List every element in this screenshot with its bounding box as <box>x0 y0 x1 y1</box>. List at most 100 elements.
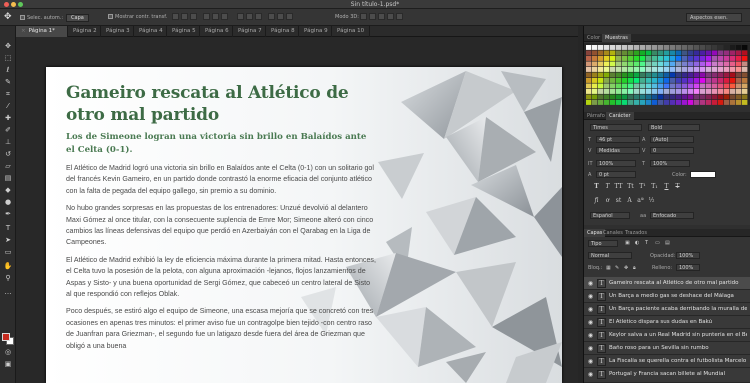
distribute-bottom-button[interactable] <box>255 13 262 20</box>
auto-select-checkbox[interactable] <box>20 15 25 20</box>
swatch-cell[interactable] <box>622 72 628 78</box>
swatch-cell[interactable] <box>586 83 592 89</box>
3d-drag-button[interactable] <box>378 13 385 20</box>
swatch-cell[interactable] <box>604 94 610 100</box>
swatch-cell[interactable] <box>604 56 610 61</box>
swatch-cell[interactable] <box>640 100 646 105</box>
swatch-cell[interactable] <box>676 72 682 78</box>
swatch-cell[interactable] <box>616 72 622 78</box>
article-paragraph[interactable]: No hubo grandes sorpresas en las propues… <box>66 203 376 249</box>
clone-stamp-tool-icon[interactable]: ⊥ <box>3 138 13 147</box>
swatch-cell[interactable] <box>586 61 592 67</box>
swatch-cell[interactable] <box>712 67 718 72</box>
swatch-cell[interactable] <box>694 67 700 72</box>
eye-icon[interactable]: ◉ <box>586 345 595 352</box>
swatch-cell[interactable] <box>586 56 592 61</box>
align-right-button[interactable] <box>221 13 228 20</box>
swatch-cell[interactable] <box>598 72 604 78</box>
swatch-cell[interactable] <box>616 56 622 61</box>
eye-icon[interactable]: ◉ <box>586 280 595 287</box>
swatch-cell[interactable] <box>712 56 718 61</box>
font-size-field[interactable]: 46 pt <box>596 136 640 143</box>
swatch-cell[interactable] <box>682 83 688 89</box>
swatch-cell[interactable] <box>694 50 700 56</box>
swatch-cell[interactable] <box>670 67 676 72</box>
tab-pagina-5[interactable]: Página 5 <box>167 26 200 37</box>
swatch-cell[interactable] <box>712 45 718 50</box>
swatch-cell[interactable] <box>592 61 598 67</box>
swatch-cell[interactable] <box>670 78 676 83</box>
swatch-cell[interactable] <box>634 67 640 72</box>
layer-row[interactable]: ◉ T La Fiscalía se querella contra el futb… <box>584 355 750 368</box>
swatch-cell[interactable] <box>658 61 664 67</box>
distribute-center-button[interactable] <box>277 13 284 20</box>
eye-icon[interactable]: ◉ <box>586 306 595 313</box>
swatch-cell[interactable] <box>592 100 598 105</box>
distribute-left-button[interactable] <box>268 13 275 20</box>
swatch-cell[interactable] <box>586 50 592 56</box>
swatch-cell[interactable] <box>598 56 604 61</box>
swatch-cell[interactable] <box>652 94 658 100</box>
align-left-button[interactable] <box>203 13 210 20</box>
swatch-cell[interactable] <box>616 61 622 67</box>
subscript-button[interactable]: T₁ <box>650 183 659 191</box>
swatch-cell[interactable] <box>622 67 628 72</box>
swatch-cell[interactable] <box>658 67 664 72</box>
swatch-cell[interactable] <box>610 45 616 50</box>
swatch-cell[interactable] <box>742 89 748 94</box>
align-bottom-button[interactable] <box>190 13 197 20</box>
swatch-cell[interactable] <box>616 78 622 83</box>
article-paragraph[interactable]: Poco después, se estiró algo el equipo d… <box>66 306 376 352</box>
horizontal-scale-field[interactable]: 100% <box>650 160 690 167</box>
swatch-cell[interactable] <box>676 100 682 105</box>
swatch-cell[interactable] <box>628 45 634 50</box>
swatch-cell[interactable] <box>616 67 622 72</box>
swatch-cell[interactable] <box>694 56 700 61</box>
opacity-field[interactable]: 100% <box>676 252 700 259</box>
swatch-cell[interactable] <box>622 89 628 94</box>
article-paragraph[interactable]: El Atlético de Madrid exhibió la ley de … <box>66 255 376 301</box>
swatch-cell[interactable] <box>688 56 694 61</box>
tab-swatches[interactable]: Muestras <box>602 34 631 42</box>
swatch-cell[interactable] <box>640 61 646 67</box>
swatch-cell[interactable] <box>688 89 694 94</box>
swatch-cell[interactable] <box>670 89 676 94</box>
swatch-cell[interactable] <box>616 45 622 50</box>
swatch-cell[interactable] <box>694 89 700 94</box>
swatch-cell[interactable] <box>592 45 598 50</box>
swatch-cell[interactable] <box>664 100 670 105</box>
swatch-cell[interactable] <box>670 83 676 89</box>
swatch-cell[interactable] <box>658 78 664 83</box>
show-transform-option[interactable]: Mostrar contr. transf. <box>108 14 167 20</box>
swatch-cell[interactable] <box>610 72 616 78</box>
tab-paragraph[interactable]: Párrafo <box>584 112 608 120</box>
swatch-cell[interactable] <box>628 61 634 67</box>
swatch-cell[interactable] <box>610 61 616 67</box>
edit-toolbar-icon[interactable]: … <box>3 288 13 297</box>
swatch-cell[interactable] <box>700 94 706 100</box>
swatch-cell[interactable] <box>706 45 712 50</box>
swatch-cell[interactable] <box>724 89 730 94</box>
swatch-cell[interactable] <box>628 50 634 56</box>
foreground-color-swatch[interactable] <box>2 333 10 341</box>
swatch-cell[interactable] <box>610 100 616 105</box>
filter-smart-icon[interactable]: ▤ <box>665 240 670 246</box>
swatch-cell[interactable] <box>682 89 688 94</box>
swatch-cell[interactable] <box>622 83 628 89</box>
swatch-cell[interactable] <box>592 67 598 72</box>
swatch-cell[interactable] <box>664 78 670 83</box>
leading-field[interactable]: (Auto) <box>650 136 694 143</box>
layer-row[interactable]: ◉ T El Atlético dispara sus dudas en Bakú <box>584 316 750 329</box>
swatch-cell[interactable] <box>670 72 676 78</box>
tracking-field[interactable]: 0 <box>650 147 694 154</box>
swatch-cell[interactable] <box>604 72 610 78</box>
tab-character[interactable]: Carácter <box>606 112 634 120</box>
swatch-cell[interactable] <box>658 56 664 61</box>
eye-icon[interactable]: ◉ <box>586 371 595 378</box>
swatch-cell[interactable] <box>640 45 646 50</box>
blend-mode-dropdown[interactable]: Normal <box>588 252 632 259</box>
swatch-cell[interactable] <box>598 94 604 100</box>
swatch-cell[interactable] <box>694 83 700 89</box>
swatch-cell[interactable] <box>700 78 706 83</box>
eye-icon[interactable]: ◉ <box>586 293 595 300</box>
